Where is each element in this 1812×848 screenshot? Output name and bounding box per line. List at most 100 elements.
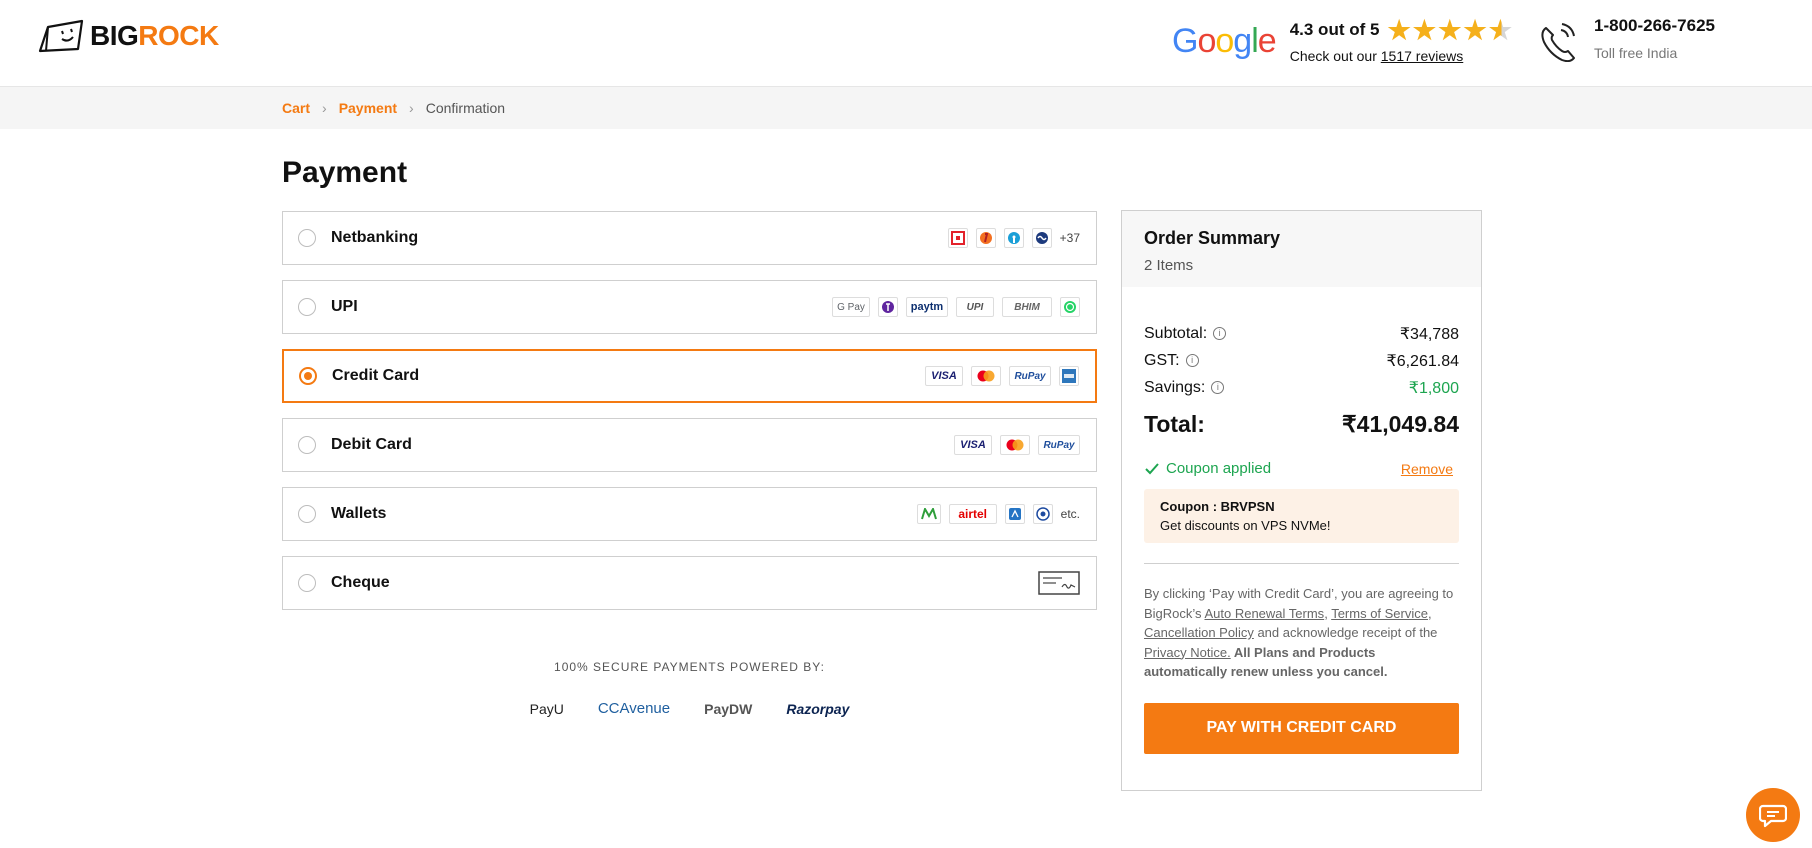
breadcrumb-confirmation: Confirmation (425, 100, 506, 116)
info-icon[interactable]: i (1211, 380, 1225, 394)
sbi-icon (1003, 228, 1024, 248)
google-letter: g (1233, 21, 1252, 60)
terms-text: By clicking ‘Pay with Credit Card’, you … (1144, 584, 1459, 682)
upi-radio[interactable] (298, 298, 316, 316)
phone-contact: 1-800-266-7625 Toll free India (1538, 16, 1715, 62)
terms-part: , (1428, 605, 1432, 621)
summary-item-count: 2 Items (1144, 257, 1194, 274)
google-rating: Google 4.3 out of 5 ★ ★ ★ ★ ★ Check out … (1172, 15, 1514, 64)
secure-payments-label: 100% SECURE PAYMENTS POWERED BY: (554, 660, 825, 674)
upi-logo: UPI (956, 297, 994, 317)
breadcrumb-payment[interactable]: Payment (339, 100, 397, 116)
summary-body: Subtotal: i ₹34,788 GST: i ₹6,261.84 Savin… (1122, 287, 1481, 754)
credit-card-logos: VISA RuPay (925, 351, 1079, 401)
google-letter: e (1257, 21, 1277, 60)
info-icon[interactable]: i (1213, 326, 1227, 340)
rating-column: 4.3 out of 5 ★ ★ ★ ★ ★ Check out our 151… (1289, 15, 1514, 64)
breadcrumb-bar: Cart › Payment › Confirmation (0, 87, 1812, 129)
auto-renewal-terms-link[interactable]: Auto Renewal Terms (1204, 606, 1324, 621)
subtotal-value: ₹34,788 (1399, 325, 1459, 343)
page-title: Payment (282, 156, 408, 189)
debit-card-radio[interactable] (298, 436, 316, 454)
breadcrumb: Cart › Payment › Confirmation (282, 100, 505, 116)
check-icon (1145, 462, 1159, 474)
subtotal-row: Subtotal: i ₹34,788 (1144, 320, 1459, 347)
divider (1144, 563, 1459, 564)
airtel-logo: airtel (948, 504, 997, 524)
terms-of-service-link[interactable]: Terms of Service (1331, 606, 1428, 621)
savings-label-wrap: Savings: i (1144, 378, 1225, 397)
half-star-icon: ★ (1488, 15, 1512, 45)
reviews-link[interactable]: 1517 reviews (1381, 48, 1464, 64)
phone-icon[interactable] (1538, 20, 1578, 62)
credit-card-radio[interactable] (299, 367, 317, 385)
remove-coupon-link[interactable]: Remove (1401, 461, 1453, 477)
gateway-paydw: PayDW (704, 700, 753, 717)
visa-logo: VISA (925, 366, 963, 386)
gst-label: GST: (1144, 351, 1180, 369)
logo-text: BIGROCK (90, 20, 219, 52)
wallets-radio[interactable] (298, 505, 316, 523)
phonepe-icon (878, 297, 898, 317)
method-wallets[interactable]: Wallets airtel etc. (282, 487, 1097, 541)
logo-big: BIG (90, 20, 139, 51)
mastercard-icon (971, 366, 1001, 386)
mobikwik-icon (916, 504, 941, 524)
privacy-notice-link[interactable]: Privacy Notice. (1144, 645, 1231, 660)
method-cheque[interactable]: Cheque (282, 556, 1097, 610)
reviews-prefix: Check out our (1289, 48, 1381, 64)
cancellation-policy-link[interactable]: Cancellation Policy (1144, 625, 1254, 640)
subtotal-label: Subtotal: (1144, 324, 1208, 342)
gst-row: GST: i ₹6,261.84 (1144, 347, 1459, 374)
terms-part: and acknowledge receipt of the (1253, 625, 1438, 640)
google-logo: Google (1172, 21, 1277, 61)
bhim-logo: BHIM (1002, 297, 1052, 317)
total-value: ₹41,049.84 (1342, 411, 1459, 437)
gst-label-wrap: GST: i (1144, 352, 1199, 370)
chat-button[interactable] (1746, 788, 1800, 842)
phone-column: 1-800-266-7625 Toll free India (1594, 16, 1715, 61)
header: BIGROCK Google 4.3 out of 5 ★ ★ ★ ★ ★ Ch… (0, 0, 1812, 87)
visa-logo: VISA (954, 435, 992, 455)
netbanking-logos: +37 (947, 212, 1080, 264)
google-letter: o (1215, 21, 1234, 60)
cheque-radio[interactable] (298, 574, 316, 592)
savings-row: Savings: i ₹1,800 (1144, 374, 1459, 401)
breadcrumb-cart[interactable]: Cart (282, 100, 310, 116)
savings-label: Savings: (1144, 378, 1206, 396)
summary-title: Order Summary (1144, 228, 1281, 248)
rating-stars: ★ ★ ★ ★ ★ (1387, 15, 1514, 45)
method-netbanking[interactable]: Netbanking +37 (282, 211, 1097, 265)
cheque-icon (1038, 571, 1080, 595)
coupon-applied-status: Coupon applied (1144, 460, 1271, 477)
order-summary: Order Summary 2 Items Subtotal: i ₹34,788… (1121, 210, 1482, 791)
gateway-razorpay: Razorpay (786, 700, 850, 717)
star-icon: ★ (1387, 15, 1411, 45)
hdfc-icon (947, 228, 968, 248)
rating-text: 4.3 out of 5 (1289, 20, 1380, 39)
total-label: Total: (1144, 411, 1205, 437)
rupay-logo: RuPay (1038, 435, 1080, 455)
upi-logos: G Pay paytm UPI BHIM (832, 281, 1080, 333)
google-letter: G (1172, 21, 1198, 60)
rating-line: 4.3 out of 5 ★ ★ ★ ★ ★ (1289, 15, 1514, 45)
method-upi[interactable]: UPI G Pay paytm UPI BHIM (282, 280, 1097, 334)
netbanking-radio[interactable] (298, 229, 316, 247)
freecharge-icon (1004, 504, 1025, 524)
method-debit-card[interactable]: Debit Card VISA RuPay (282, 418, 1097, 472)
method-label: Cheque (331, 574, 390, 591)
method-credit-card[interactable]: Credit Card VISA RuPay (282, 349, 1097, 403)
star-icon: ★ (1412, 15, 1437, 45)
whatsapp-icon (1060, 297, 1080, 317)
total-row: Total: ₹41,049.84 (1144, 411, 1459, 438)
method-label: Debit Card (331, 436, 412, 453)
gst-value: ₹6,261.84 (1386, 352, 1459, 370)
info-icon[interactable]: i (1185, 353, 1199, 367)
coupon-row: Coupon applied Remove (1144, 460, 1459, 477)
pay-with-credit-card-button[interactable]: PAY WITH CREDIT CARD (1144, 702, 1459, 754)
coupon-code: Coupon : BRVPSN (1160, 499, 1275, 514)
bigrock-logo[interactable]: BIGROCK (38, 18, 219, 54)
summary-header: Order Summary 2 Items (1122, 211, 1481, 287)
gpay-logo: G Pay (832, 297, 870, 317)
phone-number[interactable]: 1-800-266-7625 (1594, 16, 1715, 36)
